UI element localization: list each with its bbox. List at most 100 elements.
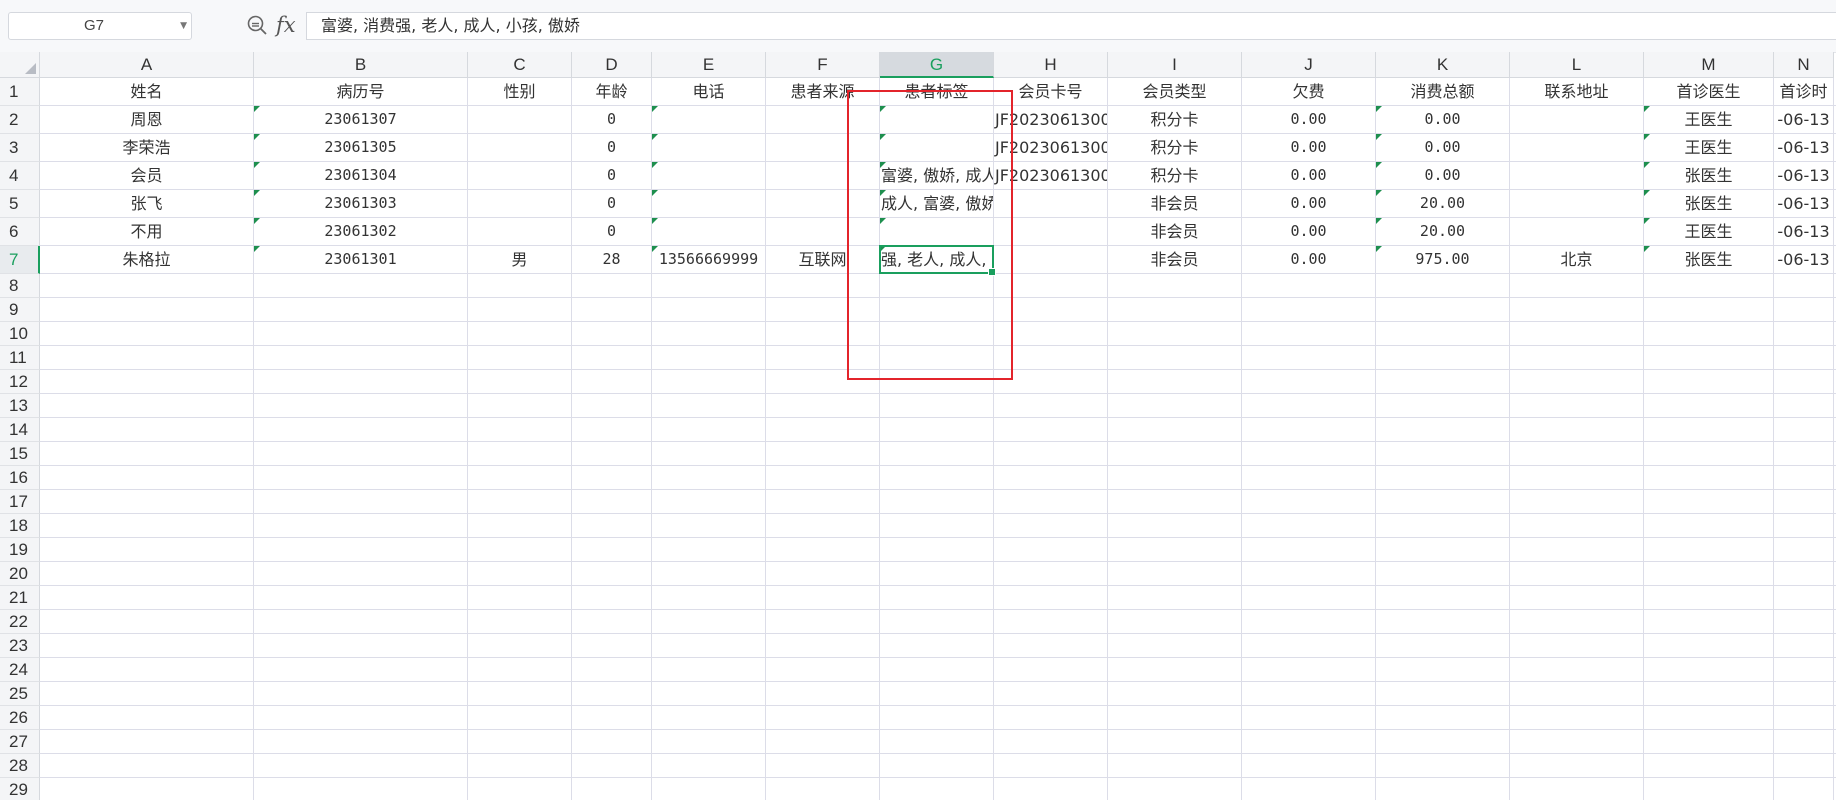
cell-m7[interactable]: 张医生 [1644, 246, 1773, 273]
cell-k5[interactable]: 20.00 [1376, 190, 1509, 217]
row-header-7[interactable]: 7 [0, 246, 40, 274]
cell-l3[interactable] [1510, 134, 1643, 161]
row-header-14[interactable]: 14 [0, 418, 40, 442]
row-header-29[interactable]: 29 [0, 778, 40, 800]
cell-i4[interactable]: 积分卡 [1108, 162, 1241, 189]
row-header-12[interactable]: 12 [0, 370, 40, 394]
cell-n3[interactable]: -06-13 [1774, 134, 1833, 161]
cell-b4[interactable]: 23061304 [254, 162, 467, 189]
cell-j2[interactable]: 0.00 [1242, 106, 1375, 133]
cell-m3[interactable]: 王医生 [1644, 134, 1773, 161]
cell-c2[interactable] [468, 106, 571, 133]
row-header-13[interactable]: 13 [0, 394, 40, 418]
name-box[interactable]: G7 ▼ [8, 12, 192, 40]
column-header-f[interactable]: F [766, 52, 880, 78]
zoom-icon[interactable] [246, 14, 268, 36]
cell-k4[interactable]: 0.00 [1376, 162, 1509, 189]
cell-m1[interactable]: 首诊医生 [1644, 78, 1773, 105]
cell-n4[interactable]: -06-13 [1774, 162, 1833, 189]
cell-n6[interactable]: -06-13 [1774, 218, 1833, 245]
cell-b5[interactable]: 23061303 [254, 190, 467, 217]
cell-d1[interactable]: 年龄 [572, 78, 651, 105]
row-header-17[interactable]: 17 [0, 490, 40, 514]
cell-l6[interactable] [1510, 218, 1643, 245]
cell-c3[interactable] [468, 134, 571, 161]
row-header-6[interactable]: 6 [0, 218, 40, 246]
cell-i6[interactable]: 非会员 [1108, 218, 1241, 245]
column-header-j[interactable]: J [1242, 52, 1376, 78]
row-header-25[interactable]: 25 [0, 682, 40, 706]
cell-k6[interactable]: 20.00 [1376, 218, 1509, 245]
cell-m6[interactable]: 王医生 [1644, 218, 1773, 245]
cell-e3[interactable] [652, 134, 765, 161]
cell-b6[interactable]: 23061302 [254, 218, 467, 245]
cell-d7[interactable]: 28 [572, 246, 651, 273]
cell-m4[interactable]: 张医生 [1644, 162, 1773, 189]
row-header-2[interactable]: 2 [0, 106, 40, 134]
cell-d3[interactable]: 0 [572, 134, 651, 161]
cell-b3[interactable]: 23061305 [254, 134, 467, 161]
row-header-27[interactable]: 27 [0, 730, 40, 754]
cell-e6[interactable] [652, 218, 765, 245]
column-header-h[interactable]: H [994, 52, 1108, 78]
column-header-e[interactable]: E [652, 52, 766, 78]
cell-k7[interactable]: 975.00 [1376, 246, 1509, 273]
column-header-a[interactable]: A [40, 52, 254, 78]
cell-e7[interactable]: 13566669999 [652, 246, 765, 273]
row-header-28[interactable]: 28 [0, 754, 40, 778]
cell-l7[interactable]: 北京 [1510, 246, 1643, 273]
fx-icon[interactable]: fx [276, 10, 296, 40]
name-box-value[interactable]: G7 [9, 13, 179, 39]
cell-e5[interactable] [652, 190, 765, 217]
cell-j4[interactable]: 0.00 [1242, 162, 1375, 189]
column-header-m[interactable]: M [1644, 52, 1774, 78]
select-all-corner[interactable] [0, 52, 40, 78]
row-header-18[interactable]: 18 [0, 514, 40, 538]
cell-c6[interactable] [468, 218, 571, 245]
cell-a7[interactable]: 朱格拉 [40, 246, 253, 273]
cell-b1[interactable]: 病历号 [254, 78, 467, 105]
row-header-8[interactable]: 8 [0, 274, 40, 298]
cell-b7[interactable]: 23061301 [254, 246, 467, 273]
cell-a4[interactable]: 会员 [40, 162, 253, 189]
cell-c5[interactable] [468, 190, 571, 217]
cell-d6[interactable]: 0 [572, 218, 651, 245]
cell-j6[interactable]: 0.00 [1242, 218, 1375, 245]
column-header-k[interactable]: K [1376, 52, 1510, 78]
row-header-20[interactable]: 20 [0, 562, 40, 586]
row-header-4[interactable]: 4 [0, 162, 40, 190]
cell-j1[interactable]: 欠费 [1242, 78, 1375, 105]
row-header-19[interactable]: 19 [0, 538, 40, 562]
cell-d5[interactable]: 0 [572, 190, 651, 217]
row-header-9[interactable]: 9 [0, 298, 40, 322]
cell-i1[interactable]: 会员类型 [1108, 78, 1241, 105]
cell-j5[interactable]: 0.00 [1242, 190, 1375, 217]
cell-i3[interactable]: 积分卡 [1108, 134, 1241, 161]
cell-k1[interactable]: 消费总额 [1376, 78, 1509, 105]
cell-a3[interactable]: 李荣浩 [40, 134, 253, 161]
column-header-i[interactable]: I [1108, 52, 1242, 78]
cell-c4[interactable] [468, 162, 571, 189]
cell-d2[interactable]: 0 [572, 106, 651, 133]
cell-i7[interactable]: 非会员 [1108, 246, 1241, 273]
cell-a6[interactable]: 不用 [40, 218, 253, 245]
row-header-24[interactable]: 24 [0, 658, 40, 682]
row-header-3[interactable]: 3 [0, 134, 40, 162]
cell-n7[interactable]: -06-13 [1774, 246, 1833, 273]
column-header-c[interactable]: C [468, 52, 572, 78]
row-header-10[interactable]: 10 [0, 322, 40, 346]
column-header-b[interactable]: B [254, 52, 468, 78]
row-header-15[interactable]: 15 [0, 442, 40, 466]
column-header-l[interactable]: L [1510, 52, 1644, 78]
row-header-11[interactable]: 11 [0, 346, 40, 370]
cell-c7[interactable]: 男 [468, 246, 571, 273]
cell-m5[interactable]: 张医生 [1644, 190, 1773, 217]
cell-k3[interactable]: 0.00 [1376, 134, 1509, 161]
cell-n5[interactable]: -06-13 [1774, 190, 1833, 217]
cell-i5[interactable]: 非会员 [1108, 190, 1241, 217]
cell-m2[interactable]: 王医生 [1644, 106, 1773, 133]
cell-n2[interactable]: -06-13 [1774, 106, 1833, 133]
cell-l5[interactable] [1510, 190, 1643, 217]
row-header-1[interactable]: 1 [0, 78, 40, 106]
column-header-d[interactable]: D [572, 52, 652, 78]
